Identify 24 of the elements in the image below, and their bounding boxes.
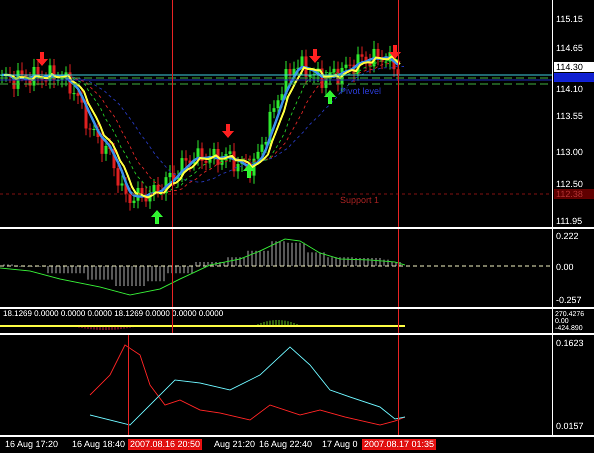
price-label: 113.00 (556, 147, 583, 157)
indicator-scale-label: 0.1623 (556, 338, 584, 348)
line-label: Support 1 (340, 195, 380, 205)
time-label: 16 Aug 18:40 (71, 439, 126, 450)
time-label: Aug 21:20 (213, 439, 256, 450)
line-label: Pivot level (340, 86, 382, 96)
price-label: 115.15 (556, 14, 583, 24)
time-label: 16 Aug 17:20 (4, 439, 60, 450)
time-label: 16 Aug 22:40 (258, 439, 314, 450)
macd-scale-label: 0.222 (556, 231, 579, 241)
time-label: 2007.08.16 20:50 (128, 439, 202, 450)
price-label: 111.95 (556, 216, 582, 226)
macd-scale-label: -0.257 (556, 295, 582, 305)
bid-price-label: 114.30 (554, 62, 594, 72)
price-label: 112.50 (556, 179, 583, 189)
price-label: 114.65 (556, 43, 583, 53)
macd-scale-label: 0.00 (556, 262, 574, 272)
price-label: 113.55 (556, 111, 583, 121)
price-label: 114.10 (556, 84, 583, 94)
indicator-scale-label: 0.0157 (556, 421, 584, 431)
indicator-values: 18.1269 0.0000 0.0000 0.0000 18.1269 0.0000 0.0000 0.0000 (3, 309, 224, 318)
support-price-label: 112.38 (554, 189, 594, 199)
time-label: 17 Aug 0 (321, 439, 359, 450)
time-label: 2007.08.17 01:35 (362, 439, 436, 450)
